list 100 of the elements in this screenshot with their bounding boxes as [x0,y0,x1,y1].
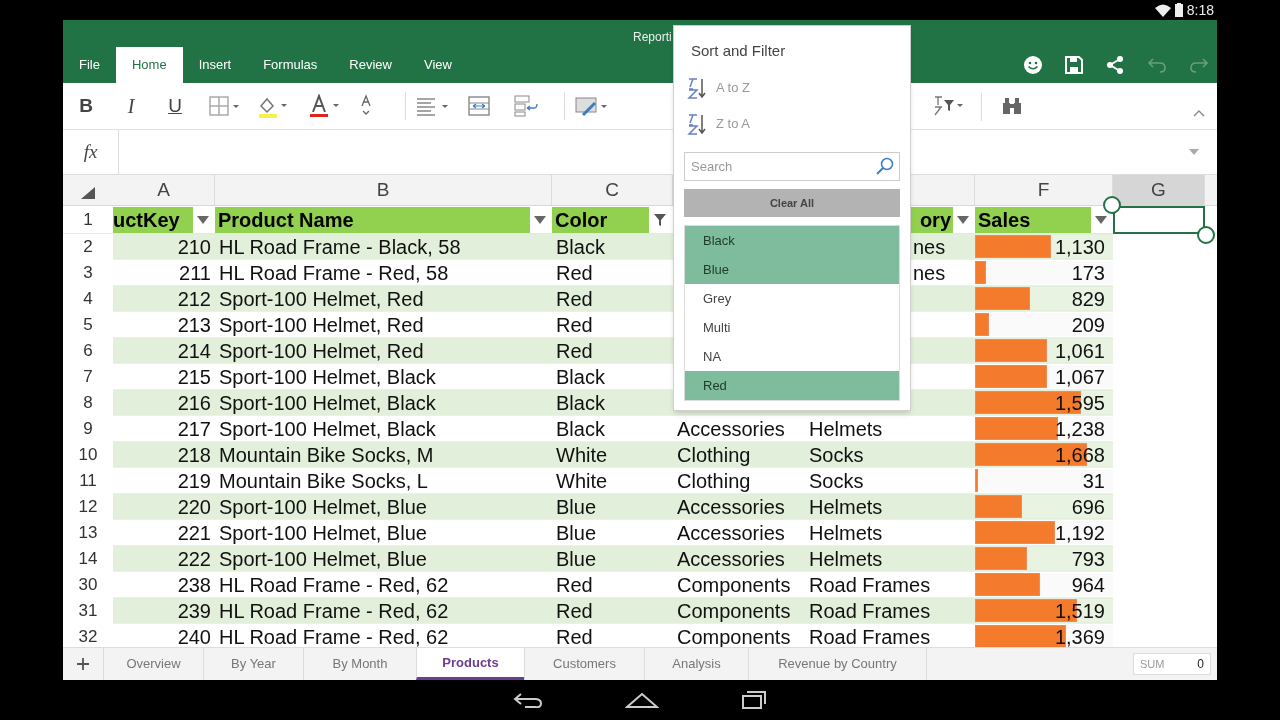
search-field[interactable]: Search [684,152,900,181]
table-cell: Blue [556,546,597,571]
sheet-tab[interactable]: Analysis [644,648,748,680]
table-cell: 218 [177,442,211,467]
sort-label: A to Z [716,79,750,98]
bold-button[interactable]: B [63,91,109,121]
sort-icon [686,113,706,135]
sum-value: 0 [1197,656,1204,673]
binoculars-icon[interactable] [1002,97,1022,115]
table-cell: HL Road Frame - Red, 62 [219,598,449,623]
header-cell: Sales [975,206,1091,233]
table-cell: Sport-100 Helmet, Red [219,338,424,363]
home-icon[interactable] [625,691,659,709]
table-cell: Components [677,598,791,623]
table-cell: HL Road Frame - Red, 62 [219,624,449,647]
column-header[interactable]: A [113,175,215,205]
table-cell: 217 [177,416,211,441]
ribbon-tab[interactable]: Review [333,47,408,83]
wifi-icon [1154,3,1171,17]
table-cell: Road Frames [809,572,931,597]
table-cell: Mountain Bike Socks, M [219,442,434,467]
sheet-tab[interactable]: Revenue by Country [748,648,926,680]
selection-handle[interactable] [1197,226,1215,244]
table-cell: Blue [556,494,597,519]
clock-time: 8:18 [1186,0,1214,20]
collapse-icon[interactable] [1193,109,1205,117]
table-cell: Sport-100 Helmet, Blue [219,520,427,545]
table-cell: Sport-100 Helmet, Red [219,312,424,337]
save-icon[interactable] [1065,56,1083,74]
table-cell: Red [556,338,593,363]
ribbon-tab[interactable]: Home [115,47,183,83]
table-cell-text: 31 [1082,468,1105,494]
table-cell: Components [677,624,791,647]
recent-apps-icon[interactable] [741,690,767,710]
search-icon[interactable] [876,157,894,175]
back-icon[interactable] [513,692,543,708]
panel-title: Sort and Filter [690,41,787,61]
table-cell: Helmets [809,416,883,441]
sheet-tab[interactable]: Products [416,648,524,680]
table-cell: Red [556,624,593,647]
dropdown-arrow-icon[interactable] [534,215,546,224]
sort-label: Z to A [716,115,750,134]
dropdown-arrow-icon[interactable] [1095,215,1107,224]
clear-all-button[interactable]: Clear All [684,189,900,217]
column-header[interactable]: G [1113,175,1205,205]
table-cell: 210 [177,234,211,259]
share-icon[interactable] [1105,55,1125,75]
ribbon-tab[interactable]: Insert [182,47,248,83]
table-cell: HL Road Frame - Black, 58 [219,234,461,259]
filter-item[interactable]: Blue [685,255,899,284]
function-label[interactable]: fx [63,130,119,174]
table-cell-text: 696 [1071,494,1105,520]
dropdown-arrow-icon[interactable] [957,215,969,224]
table-cell: 213 [177,312,211,337]
table-cell: Sport-100 Helmet, Black [219,390,436,415]
table-cell-text: 793 [1071,546,1105,572]
window-title: Reporti [633,29,672,46]
table-cell: 211 [179,260,211,285]
table-cell: Blue [556,520,597,545]
table-cell: Components [677,572,791,597]
table-cell: nes [913,234,946,259]
table-cell: 214 [177,338,211,363]
table-cell: Helmets [809,546,883,571]
sheet-tab[interactable]: Customers [524,648,644,680]
column-header[interactable]: B [215,175,552,205]
table-cell: Sport-100 Helmet, Blue [219,546,427,571]
table-cell: Red [556,598,593,623]
smiley-icon[interactable] [1023,55,1043,75]
italic-button[interactable]: I [109,91,153,121]
table-cell: Red [556,572,593,597]
filter-icon[interactable] [653,212,667,227]
table-cell: Sport-100 Helmet, Blue [219,494,427,519]
filter-item[interactable]: Black [685,226,899,255]
table-cell: White [556,468,608,493]
ribbon-tab[interactable]: View [407,47,468,83]
filter-item[interactable]: Red [685,371,899,400]
sheet-tab[interactable]: Overview [103,648,203,680]
sheet-tab[interactable]: By Year [203,648,303,680]
select-all-icon[interactable] [81,187,95,199]
table-cell: Red [556,312,593,337]
underline-button[interactable]: U [153,91,197,121]
table-cell: Black [556,390,605,415]
table-cell: 240 [177,624,211,647]
table-cell: Socks [809,442,864,467]
battery-icon [1174,3,1183,17]
header-cell: Product Name [215,206,530,233]
ribbon-tab[interactable]: File [63,47,116,83]
table-cell-text: 1,192 [1054,520,1105,546]
table-cell-text: 173 [1071,260,1105,286]
table-cell: Helmets [809,520,883,545]
table-cell-text: 209 [1071,312,1105,338]
sort-filter-icon[interactable] [933,95,963,117]
selection-handle[interactable] [1103,196,1121,214]
header-cell: Color [552,206,649,233]
table-cell: Accessories [677,546,785,571]
table-cell: 216 [177,390,211,415]
table-cell: Road Frames [809,598,931,623]
table-cell: Accessories [677,416,785,441]
dropdown-arrow-icon[interactable] [197,215,209,224]
ribbon-tab[interactable]: Formulas [247,47,334,83]
